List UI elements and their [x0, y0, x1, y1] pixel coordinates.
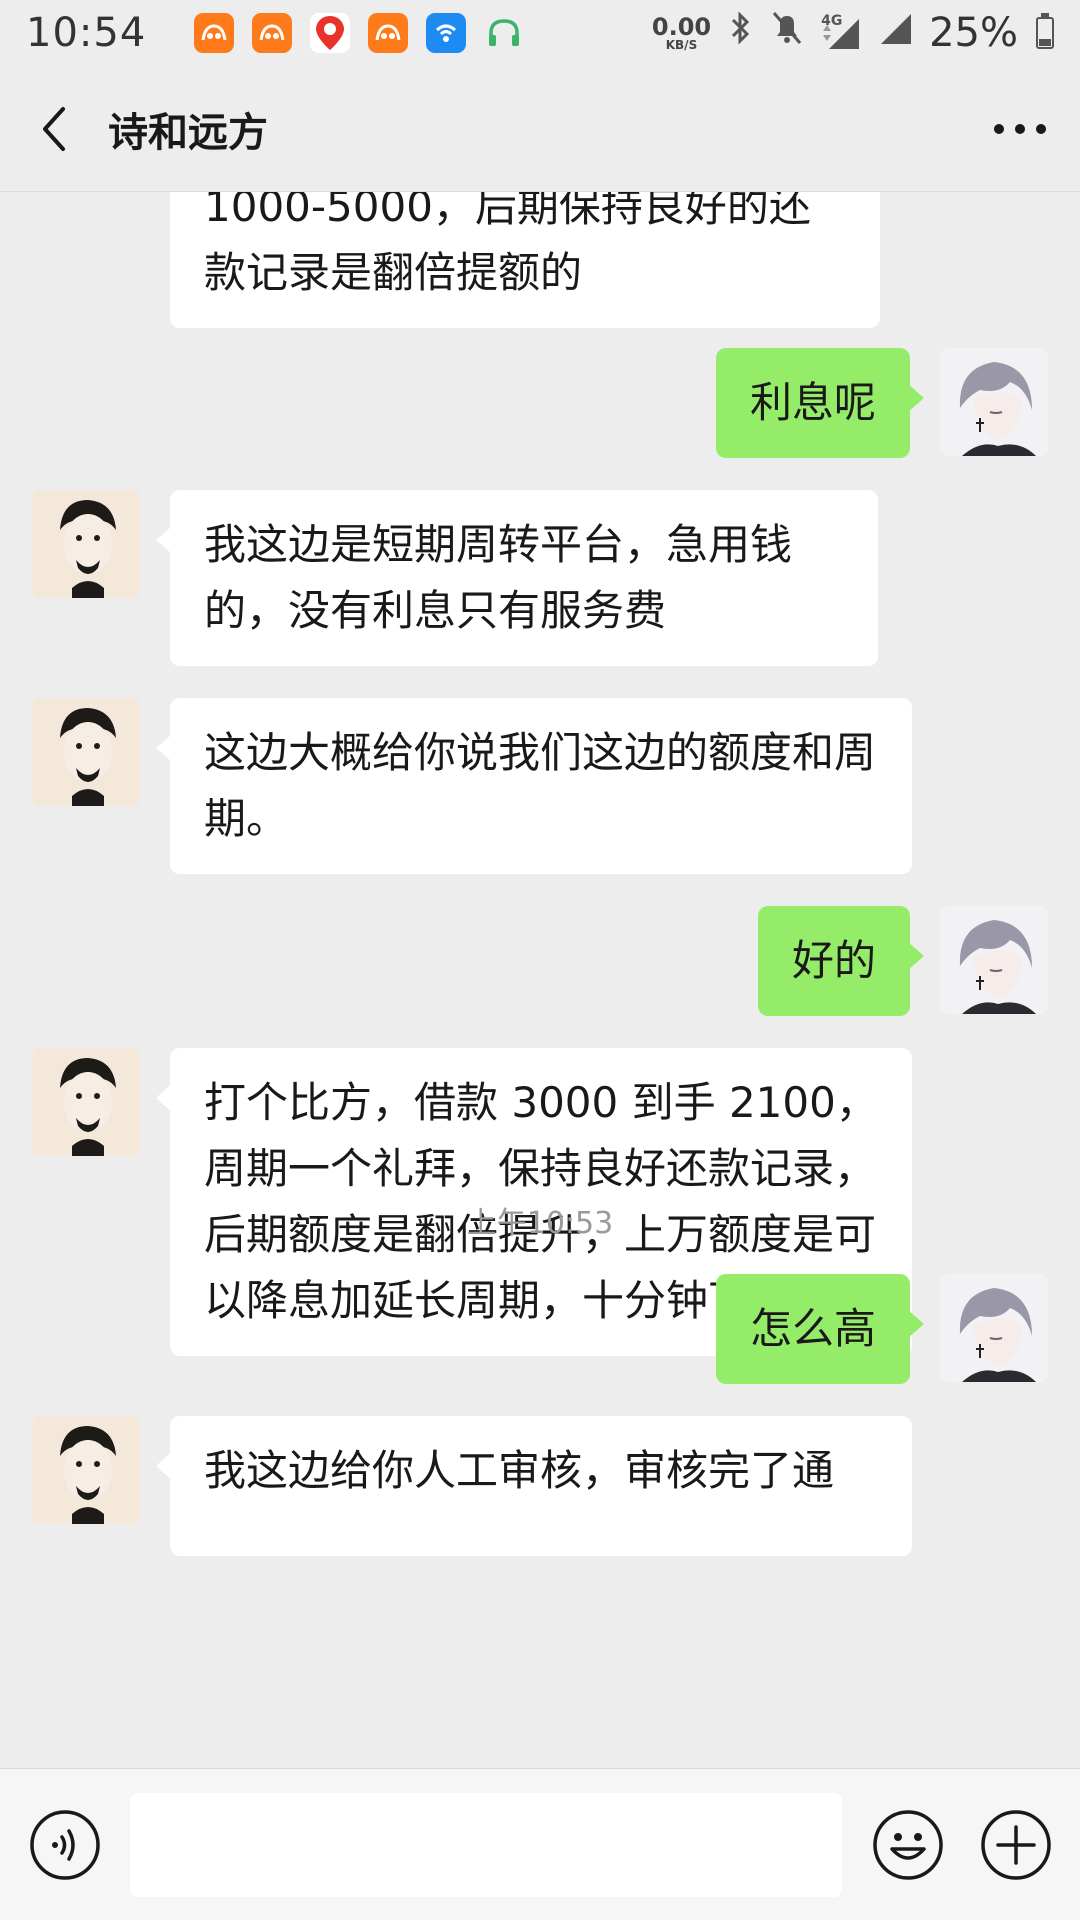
back-button[interactable] — [0, 66, 108, 192]
message-bubble[interactable]: 我这边是短期周转平台，急用钱的，没有利息只有服务费 — [156, 490, 878, 666]
mute-bell-icon — [769, 8, 805, 58]
network-speed: 0.00 KB/S — [652, 15, 711, 51]
avatar-self[interactable] — [940, 348, 1048, 456]
message-sent: 好的 — [0, 906, 1080, 1016]
status-app-icons — [194, 13, 524, 53]
status-bar: 10:54 0.00 KB/S 4G 25% — [0, 0, 1080, 66]
message-sent: 怎么高 — [0, 1274, 1080, 1384]
uc-browser-icon — [194, 13, 235, 53]
message-text: 我这边是短期周转平台，急用钱的，没有利息只有服务费 — [204, 520, 793, 635]
message-bubble[interactable]: 1000-5000，后期保持良好的还款记录是翻倍提额的 — [170, 192, 880, 328]
avatar-contact[interactable] — [32, 1416, 140, 1524]
baidu-map-icon — [310, 13, 351, 53]
chat-header: 诗和远方 — [0, 66, 1080, 192]
message-bubble[interactable]: 利息呢 — [715, 348, 925, 458]
status-right: 0.00 KB/S 4G 25% — [652, 8, 1054, 58]
battery-icon — [1036, 13, 1054, 49]
message-bubble[interactable]: 这边大概给你说我们这边的额度和周期。 — [156, 698, 912, 874]
emoji-button[interactable] — [872, 1809, 944, 1881]
voice-icon — [30, 1810, 100, 1880]
bluetooth-icon — [725, 8, 755, 58]
headphones-icon — [484, 13, 524, 53]
message-bubble[interactable]: 怎么高 — [715, 1274, 925, 1384]
message-received: 我这边给你人工审核，审核完了通 — [0, 1416, 1080, 1768]
smiley-icon — [873, 1810, 943, 1880]
message-received: 我这边是短期周转平台，急用钱的，没有利息只有服务费 — [0, 490, 1080, 670]
avatar-contact[interactable] — [32, 698, 140, 806]
message-text: 利息呢 — [749, 378, 876, 427]
more-options-button[interactable] — [960, 66, 1080, 192]
avatar-self[interactable] — [940, 1274, 1048, 1382]
avatar-contact[interactable] — [32, 490, 140, 598]
portrait-avatar-icon — [32, 490, 140, 598]
wifi-app-icon — [426, 13, 467, 53]
message-received: 这边大概给你说我们这边的额度和周期。 — [0, 698, 1080, 878]
network-speed-unit: KB/S — [665, 38, 698, 52]
message-bubble[interactable]: 好的 — [757, 906, 925, 1016]
avatar-self[interactable] — [940, 906, 1048, 1014]
message-timestamp: 上午10:53 — [466, 1206, 614, 1241]
message-input[interactable] — [130, 1793, 842, 1897]
message-text: 怎么高 — [749, 1304, 876, 1353]
message-text: 我这边给你人工审核，审核完了通 — [204, 1446, 835, 1495]
signal-4g-icon: 4G — [819, 13, 865, 53]
chat-title: 诗和远方 — [108, 109, 268, 156]
portrait-avatar-icon — [32, 698, 140, 806]
signal-icon — [879, 8, 915, 58]
chevron-left-icon — [43, 106, 65, 151]
uc-browser-icon — [368, 13, 409, 53]
message-text: 好的 — [791, 936, 876, 985]
portrait-avatar-icon — [32, 1048, 140, 1156]
message-text: 1000-5000，后期保持良好的还款记录是翻倍提额的 — [204, 192, 811, 297]
input-bar — [0, 1768, 1080, 1920]
plus-icon — [981, 1810, 1051, 1880]
battery-percent: 25% — [929, 10, 1018, 56]
message-received: 1000-5000，后期保持良好的还款记录是翻倍提额的 — [0, 192, 1080, 328]
anime-avatar-icon — [940, 906, 1048, 1014]
status-time: 10:54 — [26, 10, 147, 56]
network-speed-value: 0.00 — [651, 13, 712, 41]
message-bubble[interactable]: 我这边给你人工审核，审核完了通 — [156, 1416, 912, 1556]
avatar-contact[interactable] — [32, 1048, 140, 1156]
anime-avatar-icon — [940, 1274, 1048, 1382]
portrait-avatar-icon — [32, 1416, 140, 1524]
message-sent: 利息呢 — [0, 348, 1080, 458]
uc-browser-icon — [252, 13, 293, 53]
voice-input-button[interactable] — [29, 1809, 101, 1881]
message-list[interactable]: 1000-5000，后期保持良好的还款记录是翻倍提额的 利息呢 我这边是短期周转… — [0, 192, 1080, 1768]
message-text: 这边大概给你说我们这边的额度和周期。 — [204, 728, 877, 843]
more-dots-icon — [994, 123, 1046, 134]
more-functions-button[interactable] — [980, 1809, 1052, 1881]
anime-avatar-icon — [940, 348, 1048, 456]
